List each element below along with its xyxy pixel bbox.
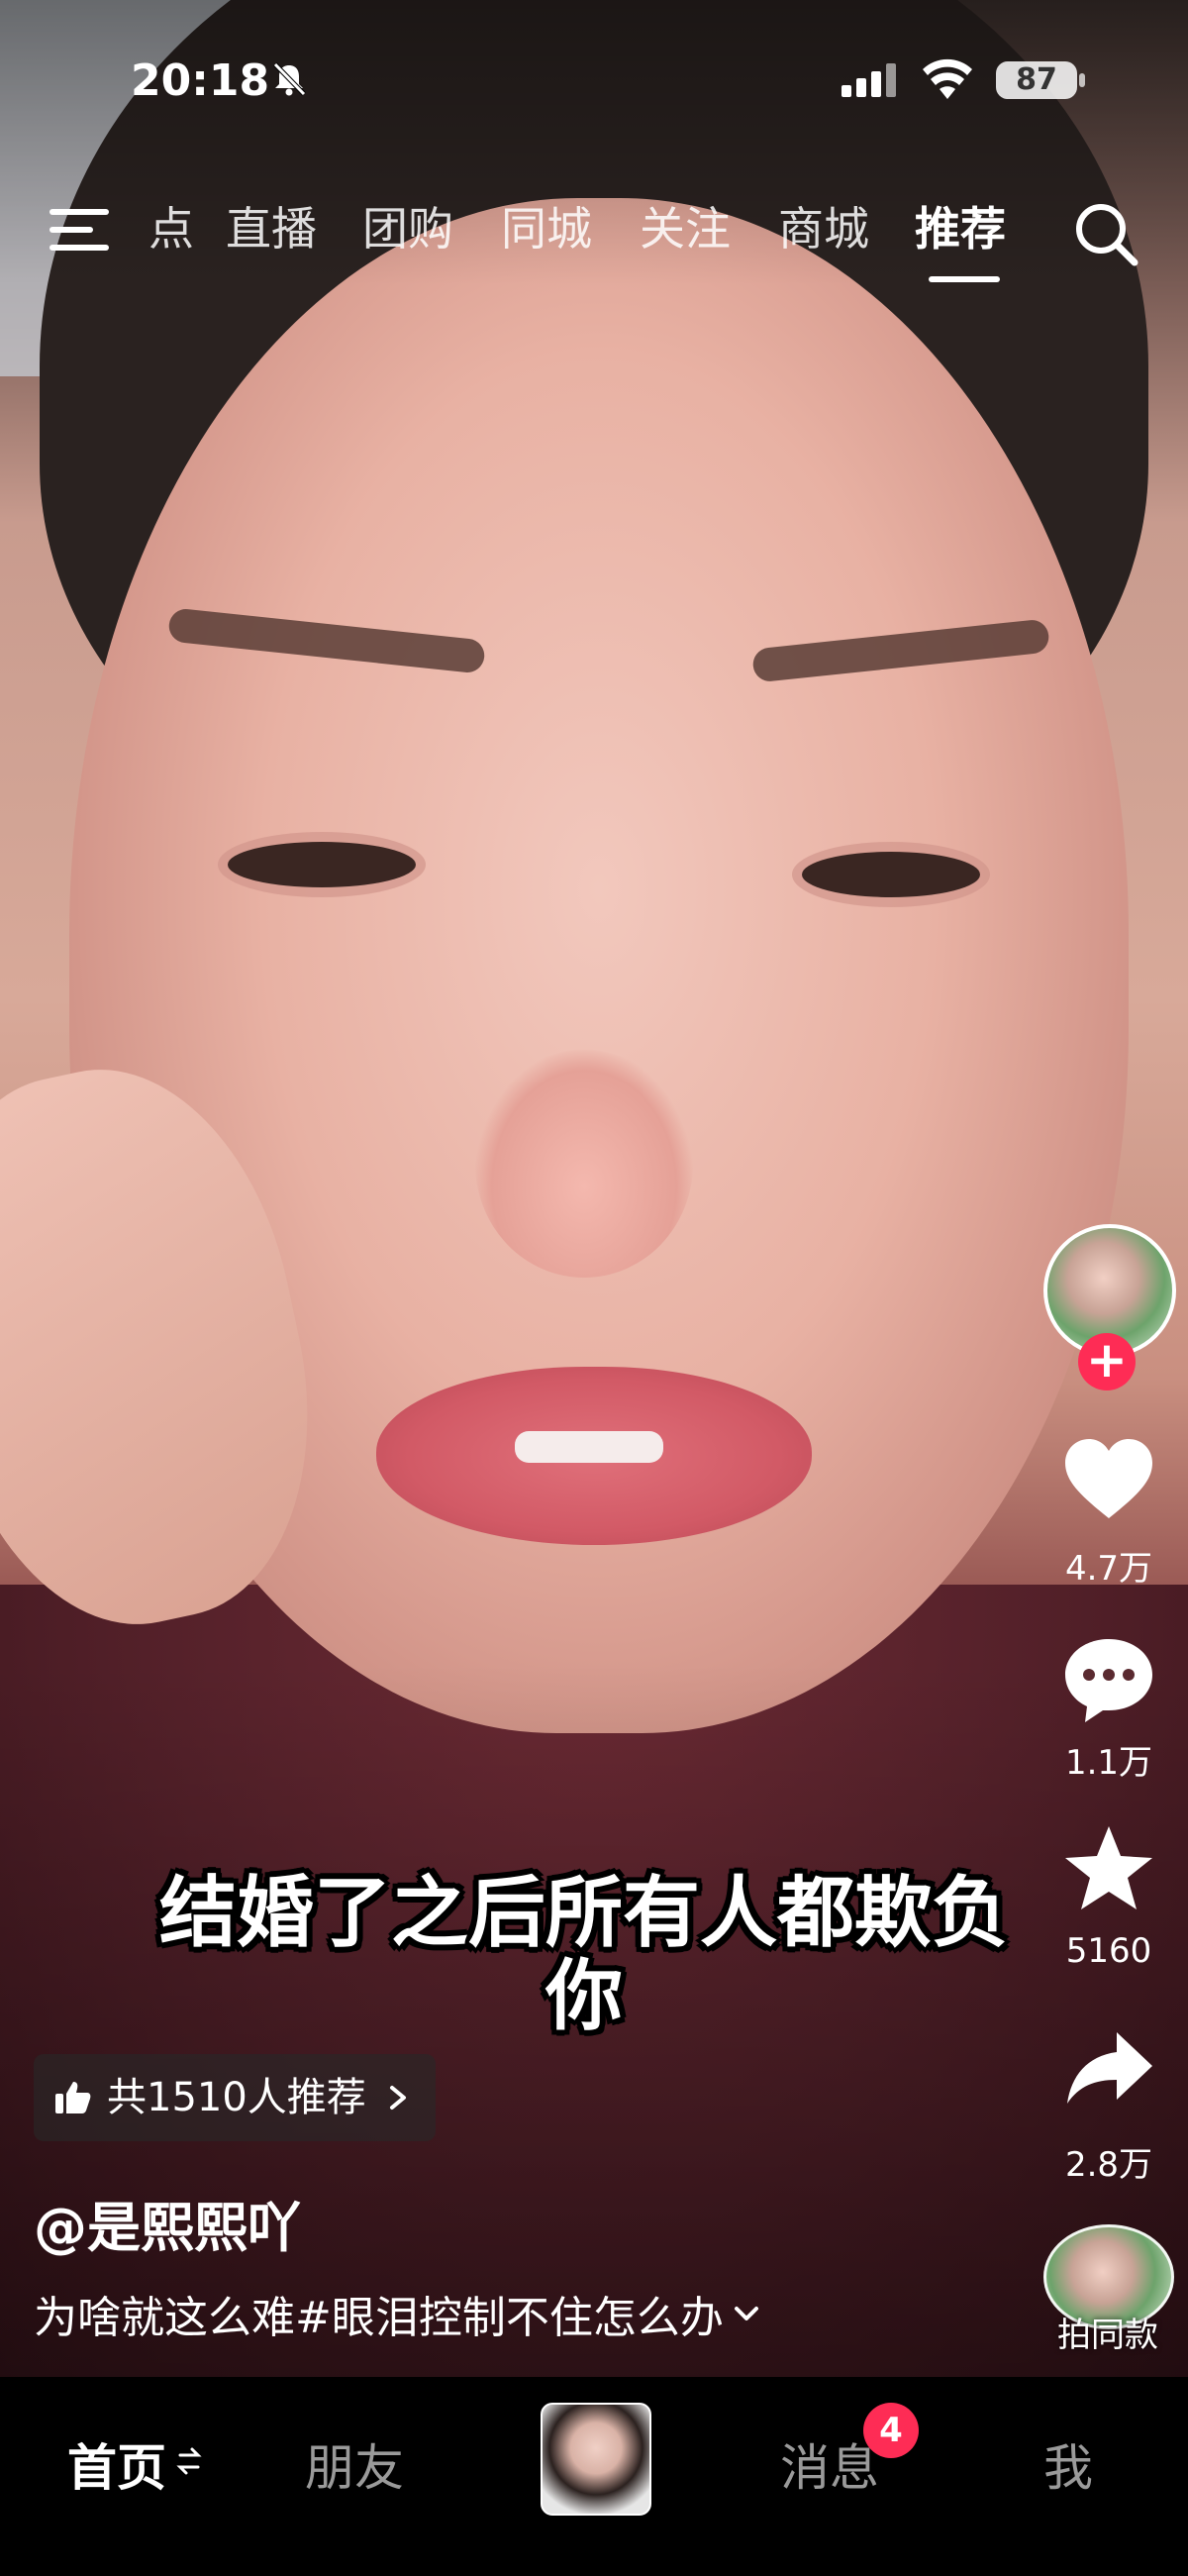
favorite-count: 5160 xyxy=(1065,1931,1152,1971)
share-count: 2.8万 xyxy=(1064,2145,1153,2185)
messages-badge: 4 xyxy=(863,2403,919,2458)
tab-live[interactable]: 直播 xyxy=(226,193,317,258)
chevron-right-icon xyxy=(389,2086,406,2110)
create-post-thumbnail[interactable] xyxy=(541,2403,651,2516)
chevron-down-icon[interactable] xyxy=(732,2301,761,2326)
cellular-signal-icon xyxy=(842,63,896,97)
follow-button[interactable]: + xyxy=(1078,1333,1136,1391)
recommend-chip[interactable]: 共1510人推荐 xyxy=(34,2054,436,2141)
search-icon[interactable] xyxy=(1071,199,1142,270)
wifi-icon xyxy=(923,58,972,99)
thumbs-up-icon xyxy=(55,2082,91,2113)
video-feed-screen: 20:18 87 点 直播 团购 同城 关注 商城 推荐 + 4.7万 1.1万… xyxy=(0,0,1188,2576)
comment-count: 1.1万 xyxy=(1064,1743,1153,1783)
battery-indicator: 87 xyxy=(996,61,1077,99)
menu-icon[interactable] xyxy=(50,205,113,255)
nav-me[interactable]: 我 xyxy=(1043,2428,1093,2500)
active-tab-underline xyxy=(929,276,1000,282)
author-name[interactable]: @是熙熙吖 xyxy=(34,2184,301,2262)
recommend-count-text: 共1510人推荐 xyxy=(107,2075,366,2120)
caption-text: 为啥就这么难#眼泪控制不住怎么办 xyxy=(34,2293,724,2343)
battery-tip xyxy=(1079,73,1085,87)
video-caption[interactable]: 为啥就这么难#眼泪控制不住怎么办 xyxy=(34,2282,761,2345)
swap-arrows-icon[interactable] xyxy=(176,2444,202,2478)
status-bar: 20:18 87 xyxy=(0,50,1188,119)
like-count: 4.7万 xyxy=(1064,1549,1153,1589)
top-tab-bar: 点 直播 团购 同城 关注 商城 推荐 xyxy=(0,193,1188,282)
star-icon[interactable] xyxy=(1059,1820,1158,1919)
tab-following[interactable]: 关注 xyxy=(640,193,731,258)
share-icon[interactable] xyxy=(1059,2020,1158,2119)
tab-mall[interactable]: 商城 xyxy=(778,193,869,258)
nav-home[interactable]: 首页 xyxy=(67,2428,166,2500)
comment-icon[interactable] xyxy=(1059,1629,1158,1728)
video-subtitle: 结婚了之后所有人都欺负 你 xyxy=(139,1872,1030,2038)
tab-partial[interactable]: 点 xyxy=(148,193,194,258)
tab-recommend[interactable]: 推荐 xyxy=(915,193,1006,258)
tab-local[interactable]: 同城 xyxy=(501,193,592,258)
tab-group-buy[interactable]: 团购 xyxy=(362,193,453,258)
status-time: 20:18 xyxy=(131,55,270,106)
heart-icon[interactable] xyxy=(1059,1431,1158,1530)
mute-bell-icon xyxy=(273,62,306,96)
nav-friends[interactable]: 朋友 xyxy=(305,2428,404,2500)
remix-label[interactable]: 拍同款 xyxy=(1043,2308,1172,2356)
bottom-nav: 首页 朋友 消息 4 我 xyxy=(0,2385,1188,2576)
subtitle-line-1: 结婚了之后所有人都欺负 xyxy=(158,1869,1009,1958)
subtitle-line-2: 你 xyxy=(544,1952,623,2041)
